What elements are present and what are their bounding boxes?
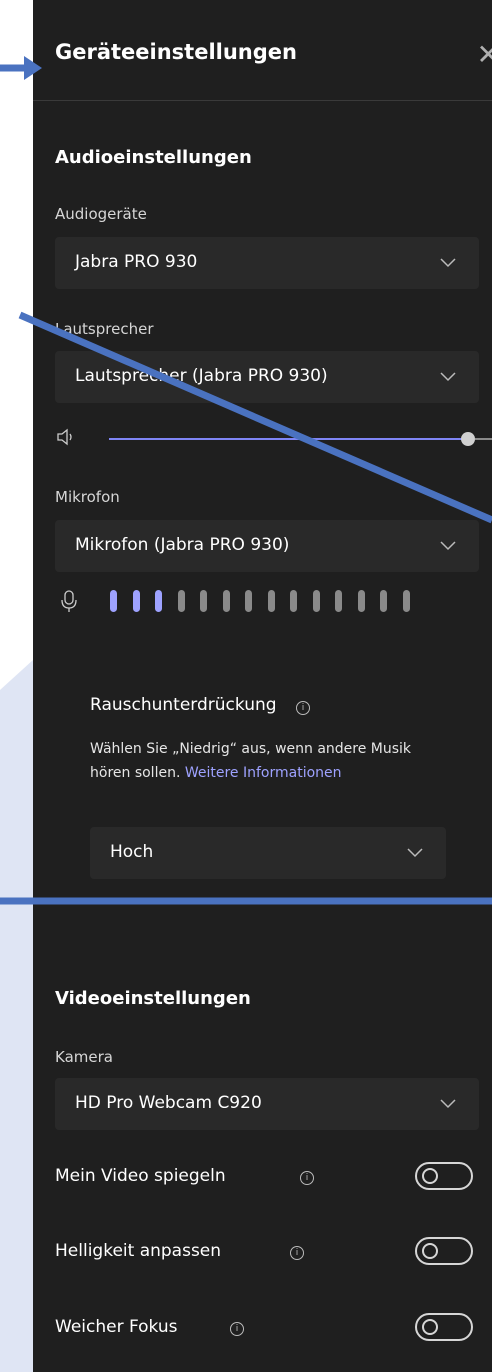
mic-level-bar: [380, 590, 387, 612]
noise-suppression-section: Rauschunterdrückung i Wählen Sie „Niedri…: [55, 665, 492, 890]
info-icon[interactable]: i: [295, 701, 310, 715]
audio-devices-dropdown[interactable]: Jabra PRO 930: [55, 237, 479, 289]
noise-suppression-description: Wählen Sie „Niedrig“ aus, wenn andere Mu…: [90, 737, 420, 785]
noise-suppression-value: Hoch: [110, 842, 154, 862]
speaker-dropdown[interactable]: Lautsprecher (Jabra PRO 930): [55, 351, 479, 403]
panel-title: Geräteeinstellungen: [55, 40, 297, 64]
mic-value: Mikrofon (Jabra PRO 930): [75, 535, 290, 555]
toggle-knob: [422, 1319, 438, 1335]
more-info-link[interactable]: Weitere Informationen: [185, 765, 342, 781]
mirror-video-toggle[interactable]: [415, 1162, 473, 1190]
info-icon[interactable]: i: [230, 1322, 244, 1336]
speaker-label: Lautsprecher: [55, 320, 154, 338]
toggle-row-mirror-video: Mein Video spiegeln i: [55, 1158, 492, 1198]
mic-level-bar: [267, 590, 275, 612]
mic-level-bar: [290, 590, 297, 612]
info-icon[interactable]: i: [290, 1246, 304, 1260]
mic-level-bar: [155, 590, 162, 612]
toggle-label: Mein Video spiegeln: [55, 1166, 226, 1186]
speaker-icon: [57, 428, 72, 446]
toggle-knob: [422, 1168, 438, 1184]
microphone-icon: [61, 590, 77, 612]
mic-level-bar: [402, 590, 410, 612]
close-icon[interactable]: ✕: [477, 38, 492, 71]
mic-level-bar: [200, 590, 207, 612]
noise-suppression-dropdown[interactable]: Hoch: [90, 827, 446, 879]
video-section-title: Videoeinstellungen: [55, 988, 251, 1009]
volume-slider-thumb[interactable]: [461, 432, 475, 446]
camera-value: HD Pro Webcam C920: [75, 1093, 262, 1113]
background-shape-lower: [0, 790, 33, 1372]
toggle-row-adjust-brightness: Helligkeit anpassen i: [55, 1233, 492, 1273]
soft-focus-toggle[interactable]: [415, 1313, 473, 1341]
chevron-down-icon: [440, 258, 456, 268]
chevron-down-icon: [440, 1099, 456, 1109]
volume-slider-remaining: [475, 438, 492, 440]
volume-slider-track[interactable]: [109, 438, 469, 440]
chevron-down-icon: [440, 372, 456, 382]
chevron-down-icon: [440, 541, 456, 551]
toggle-knob: [422, 1243, 438, 1259]
mic-level-bar: [177, 590, 185, 612]
toggle-label: Weicher Fokus: [55, 1317, 178, 1337]
mic-dropdown[interactable]: Mikrofon (Jabra PRO 930): [55, 520, 479, 572]
chevron-down-icon: [407, 848, 423, 858]
camera-dropdown[interactable]: HD Pro Webcam C920: [55, 1078, 479, 1130]
mic-level-bar: [245, 590, 252, 612]
toggle-row-soft-focus: Weicher Fokus i: [55, 1309, 492, 1349]
speaker-value: Lautsprecher (Jabra PRO 930): [75, 366, 328, 386]
mic-level-bar: [335, 590, 342, 612]
mic-level-bar: [110, 590, 117, 612]
audio-devices-label: Audiogeräte: [55, 205, 147, 223]
info-icon[interactable]: i: [300, 1171, 314, 1185]
mic-label: Mikrofon: [55, 488, 120, 506]
panel-header: Geräteeinstellungen ✕: [33, 0, 492, 101]
device-settings-panel: Geräteeinstellungen ✕ Audioeinstellungen…: [33, 0, 492, 1372]
toggle-label: Helligkeit anpassen: [55, 1241, 222, 1261]
audio-section-title: Audioeinstellungen: [55, 147, 252, 168]
volume-row: [55, 420, 492, 450]
mic-level-bar: [222, 590, 230, 612]
noise-suppression-title: Rauschunterdrückung i: [90, 695, 310, 715]
noise-suppression-title-text: Rauschunterdrückung: [90, 695, 277, 715]
adjust-brightness-toggle[interactable]: [415, 1237, 473, 1265]
mic-level-meter: [55, 585, 455, 615]
audio-devices-value: Jabra PRO 930: [75, 252, 198, 272]
mic-level-bar: [312, 590, 320, 612]
mic-level-bar: [132, 590, 140, 612]
mic-level-bar: [357, 590, 365, 612]
camera-label: Kamera: [55, 1048, 113, 1066]
